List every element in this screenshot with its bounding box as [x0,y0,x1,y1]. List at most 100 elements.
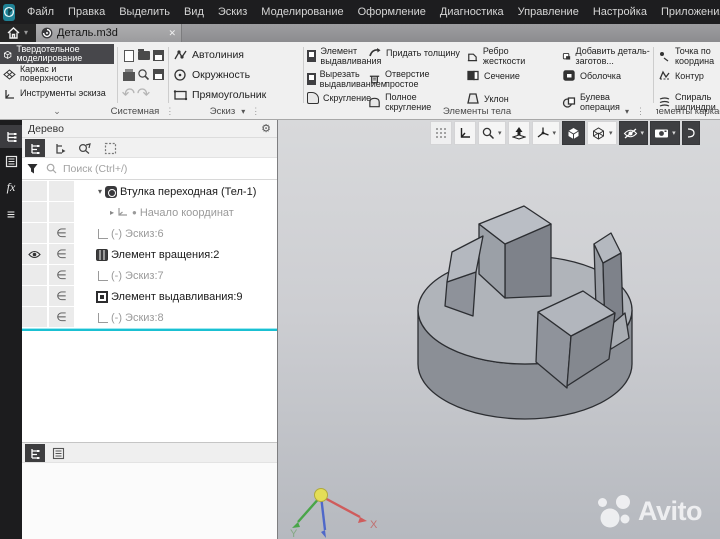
insertion-marker[interactable] [22,328,277,331]
orient-normal-button[interactable] [507,121,530,145]
axes-triad-icon [537,127,549,138]
section-button[interactable]: Сечение [466,69,548,82]
mode-sketch-tools[interactable]: Инструменты эскиза [0,84,114,104]
menu-view[interactable]: Вид [177,0,211,24]
image-quality-button[interactable]: ▾ [650,121,680,145]
home-caret-icon[interactable]: ▾ [24,26,28,40]
undo-button[interactable]: ↶ [121,84,136,103]
autoline-button[interactable]: Автолиния [173,48,244,62]
rectangle-button[interactable]: Прямоугольник [173,88,266,102]
group-label-text: Системная [110,106,160,117]
tree-row-revolve[interactable]: ∈ Элемент вращения:2 [22,244,277,265]
menu-modeling[interactable]: Моделирование [254,0,350,24]
redo-button[interactable]: ↷ [136,84,151,103]
document-icon [41,27,53,39]
simple-hole-button[interactable]: Отверстие простое [368,69,460,89]
tree-row-part[interactable]: ▾ Втулка переходная (Тел-1) [22,181,277,202]
group-caret-icon[interactable]: ▾ [241,107,245,116]
save-as-button[interactable] [151,65,166,84]
tree-composition-button[interactable] [50,139,70,157]
collapse-caret-icon[interactable]: ▸ [110,208,114,217]
frame-group-label: Элементы каркаса [656,106,720,117]
home-button[interactable] [3,25,23,41]
menu-applications[interactable]: Приложения [654,0,720,24]
add-part-blank-button[interactable]: Добавить деталь-заготов... [562,46,652,66]
panel-menu-button[interactable]: ≡ [0,202,22,225]
watermark-text: Avito [638,495,703,526]
gutter-cell [22,181,48,202]
variables-panel-toggle[interactable]: fx [0,176,22,199]
sketch-icon [98,270,108,281]
zoom-button[interactable]: ▾ [478,121,506,145]
tree-structure-button[interactable] [25,139,45,157]
display-mode-button[interactable]: ▾ [587,121,617,145]
gutter-cell: ∈ [49,265,75,286]
parameters-panel-toggle[interactable] [0,150,22,173]
tree-relations-button[interactable] [75,139,95,157]
tree-row-sketch7[interactable]: ∈ (-) Эскиз:7 [22,265,277,286]
hide-objects-button[interactable]: ▾ [618,121,649,145]
menu-sketch[interactable]: Эскиз [211,0,254,24]
sketch-view-button[interactable] [454,121,476,145]
menu-select[interactable]: Выделить [112,0,177,24]
tree-search-input[interactable] [61,161,277,176]
ribbon-mode-selector: Твердотельное моделирование Каркас и пов… [0,44,114,104]
menu-file[interactable]: Файл [20,0,61,24]
orientation-button[interactable]: ▾ [531,121,561,145]
caret-down-icon: ▾ [672,130,676,137]
rib-button[interactable]: Ребро жесткости [466,46,548,66]
draft-button[interactable]: Уклон [466,92,548,105]
menu-formatting[interactable]: Оформление [351,0,433,24]
ribbon-expand-chevron-icon[interactable]: ⌄ [0,105,114,117]
extrude-icon [307,50,317,62]
thicken-icon [369,48,381,57]
shell-button[interactable]: Оболочка [562,69,652,82]
selection-area-button[interactable] [100,139,120,157]
tree-row-sketch8[interactable]: ∈ (-) Эскиз:8 [22,307,277,328]
grid-widget-button[interactable] [430,121,452,145]
tab-close-icon[interactable]: ✕ [168,28,176,39]
circle-button[interactable]: Окружность [173,68,250,82]
expand-caret-icon[interactable]: ▾ [98,187,102,196]
tree-row-origin[interactable]: ▸ ● Начало координат [22,202,277,223]
tree-row-extrude[interactable]: ∈ Элемент выдавливания:9 [22,286,277,307]
shaded-display-button[interactable] [562,121,586,145]
tab-detail-m3d[interactable]: Деталь.m3d ✕ [36,24,182,42]
group-grip-icon[interactable]: ⋮ [636,106,645,117]
model-bushing-3d[interactable] [370,195,660,435]
tree-row-sketch6[interactable]: ∈ (-) Эскиз:6 [22,223,277,244]
mode-wireframe-surfaces[interactable]: Каркас и поверхности [0,64,114,84]
thicken-button[interactable]: Придать толщину [368,46,460,59]
contour-button[interactable]: Контур [658,69,720,82]
secondary-pane [22,462,277,539]
cut-extrude-icon [307,73,316,85]
point-by-coords-button[interactable]: Точка по координа [658,46,720,66]
origin-dot-icon: ● [132,208,137,217]
tree-tab-button[interactable] [25,444,45,462]
preview-button[interactable] [136,65,151,84]
list-tab-button[interactable] [48,444,68,462]
sketch-icon [98,228,108,239]
group-caret-icon[interactable]: ▾ [625,107,629,116]
avito-logo-icon [598,495,630,528]
group-grip-icon[interactable]: ⋮ [251,106,260,117]
menu-diagnostics[interactable]: Диагностика [433,0,511,24]
eye-icon[interactable] [28,250,41,259]
mode-solid-modeling[interactable]: Твердотельное моделирование [0,44,114,64]
mode-label: Инструменты эскиза [20,88,106,99]
print-icon [122,68,135,81]
save-button[interactable] [151,46,166,65]
menu-settings[interactable]: Настройка [586,0,654,24]
gear-icon[interactable]: ⚙ [261,122,271,135]
print-button[interactable] [121,65,136,84]
viewport-3d[interactable]: ▾ ▾ ▾ ▾ ▾ X Y Avito [278,120,720,539]
kompas-logo-icon[interactable] [3,3,15,21]
menu-management[interactable]: Управление [511,0,586,24]
open-button[interactable] [136,46,151,65]
new-document-button[interactable] [121,46,136,65]
gutter-cell: ∈ [49,307,75,328]
clipped-toolbar-button[interactable] [681,121,700,145]
tree-panel-toggle[interactable] [0,125,22,148]
menu-edit[interactable]: Правка [61,0,112,24]
filter-icon[interactable] [26,162,39,175]
